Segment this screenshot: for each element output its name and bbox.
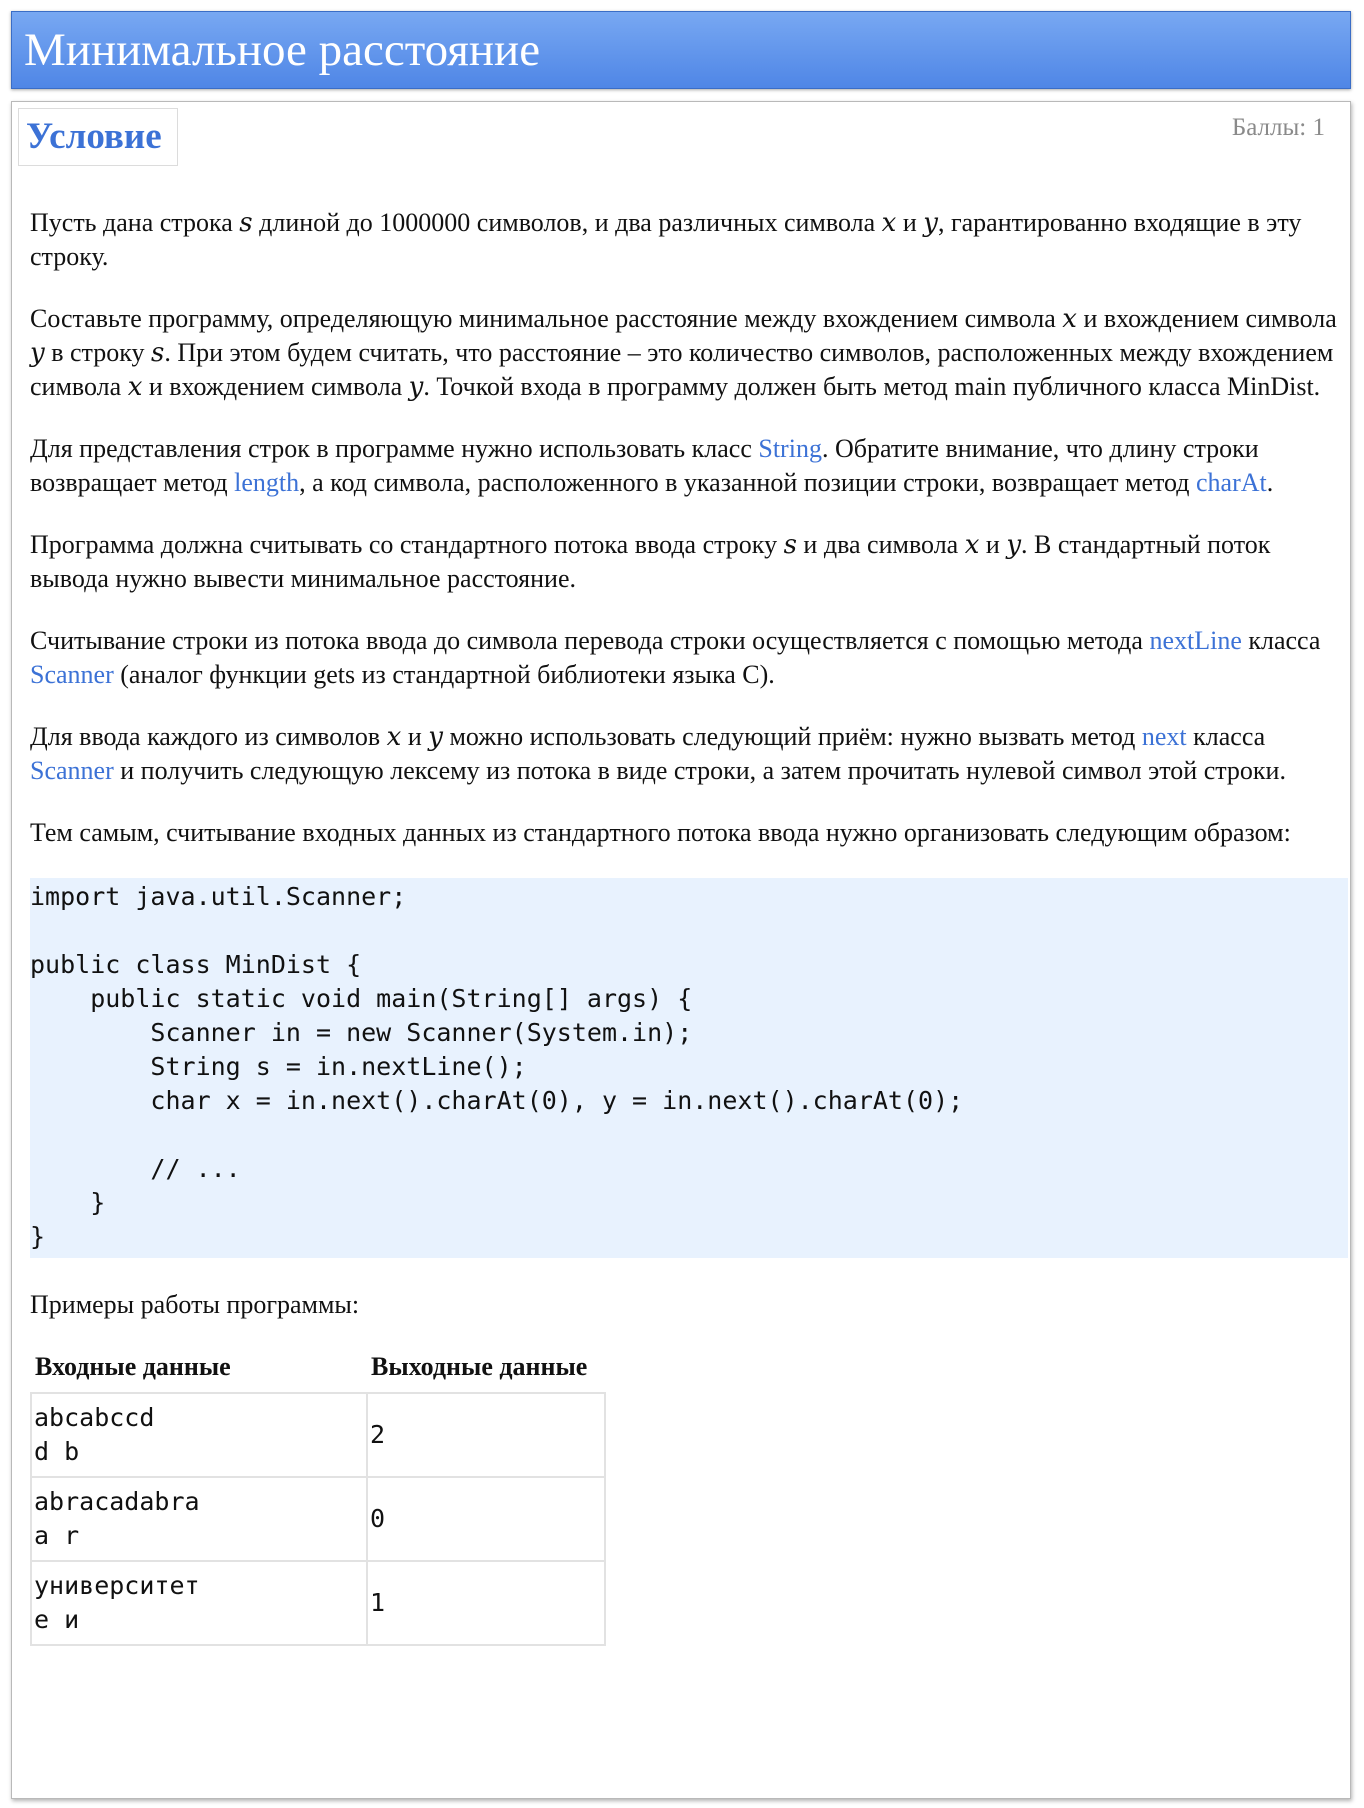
paragraph-7: Тем самым, считывание входных данных из … (30, 818, 1291, 847)
table-row: университет е и 1 (30, 1560, 606, 1646)
math-var: s (783, 530, 797, 560)
text: , а код символа, расположенного в указан… (299, 468, 1196, 497)
link-next[interactable]: next (1142, 722, 1187, 751)
table-header-row: Входные данные Выходные данные (31, 1350, 605, 1393)
title-bar: Минимальное расстояние (11, 11, 1351, 89)
math-var: x (386, 722, 402, 752)
text: класса (1241, 626, 1321, 655)
paragraph-5: Считывание строки из потока ввода до сим… (30, 624, 1340, 692)
math-var: s (239, 208, 253, 238)
text: и два символа (796, 530, 965, 559)
code-block: import java.util.Scanner; public class M… (30, 878, 1348, 1258)
math-var: x (964, 530, 980, 560)
example-output: 2 (366, 1392, 606, 1478)
paragraph-2: Составьте программу, определяющую минима… (30, 302, 1340, 404)
example-output: 0 (366, 1476, 606, 1562)
paragraph-1: Пусть дана строка s длиной до 1000000 си… (30, 206, 1340, 274)
link-nextline[interactable]: nextLine (1149, 626, 1241, 655)
examples-label: Примеры работы программы: (30, 1290, 360, 1319)
link-scanner-2[interactable]: Scanner (30, 756, 114, 785)
text: и (896, 208, 924, 237)
text: класса (1186, 722, 1266, 751)
example-input: abcabccd d b (30, 1392, 368, 1478)
math-var: s (150, 338, 165, 368)
example-output: 1 (366, 1560, 606, 1646)
math-var: x (127, 372, 143, 402)
text: в строку (44, 338, 151, 367)
text: и (401, 722, 429, 751)
text: длиной до 1000000 символов, и два различ… (252, 208, 882, 237)
example-input: abracadabra a r (30, 1476, 368, 1562)
text: Считывание строки из потока ввода до сим… (30, 626, 1150, 655)
tab-condition[interactable]: Условие (18, 108, 178, 166)
text: и получить следующую лексему из потока в… (113, 756, 1286, 785)
example-input: университет е и (30, 1560, 368, 1646)
table-row: abcabccd d b 2 (30, 1392, 606, 1478)
points-label: Баллы: 1 (1231, 114, 1325, 141)
text: Составьте программу, определяющую минима… (30, 304, 1063, 333)
text: . Точкой входа в программу должен быть м… (423, 372, 1321, 401)
problem-panel: Условие Баллы: 1 Пусть дана строка s дли… (11, 101, 1351, 1799)
math-var: x (1062, 304, 1077, 334)
math-var: y (923, 208, 938, 238)
math-var: y (428, 722, 443, 752)
output-header: Выходные данные (371, 1352, 588, 1381)
math-var: y (408, 372, 424, 402)
paragraph-6: Для ввода каждого из символов x и y можн… (30, 720, 1340, 788)
text: Программа должна считывать со стандартно… (30, 530, 784, 559)
input-header: Входные данные (35, 1352, 231, 1381)
link-scanner[interactable]: Scanner (30, 660, 114, 689)
math-var: y (1006, 530, 1022, 560)
text: . (1266, 468, 1274, 497)
text: (аналог функции gets из стандартной библ… (113, 660, 775, 689)
link-string[interactable]: String (758, 434, 822, 463)
text: Для ввода каждого из символов (30, 722, 387, 751)
table-row: abracadabra a r 0 (30, 1476, 606, 1562)
paragraph-3: Для представления строк в программе нужн… (30, 432, 1340, 500)
problem-statement: Пусть дана строка s длиной до 1000000 си… (30, 206, 1348, 1646)
text: и (979, 530, 1007, 559)
text: и вхождением символа (1076, 304, 1337, 333)
text: можно использовать следующий приём: нужн… (442, 722, 1142, 751)
paragraph-4: Программа должна считывать со стандартно… (30, 528, 1340, 596)
page-title: Минимальное расстояние (24, 24, 541, 76)
link-charat[interactable]: charAt (1196, 468, 1267, 497)
text: и вхождением символа (142, 372, 409, 401)
examples-table: Входные данные Выходные данные abcabccd … (30, 1350, 606, 1646)
text: Для представления строк в программе нужн… (30, 434, 759, 463)
math-var: x (881, 208, 897, 238)
math-var: y (30, 338, 45, 368)
link-length[interactable]: length (234, 468, 299, 497)
text: Пусть дана строка (30, 208, 240, 237)
